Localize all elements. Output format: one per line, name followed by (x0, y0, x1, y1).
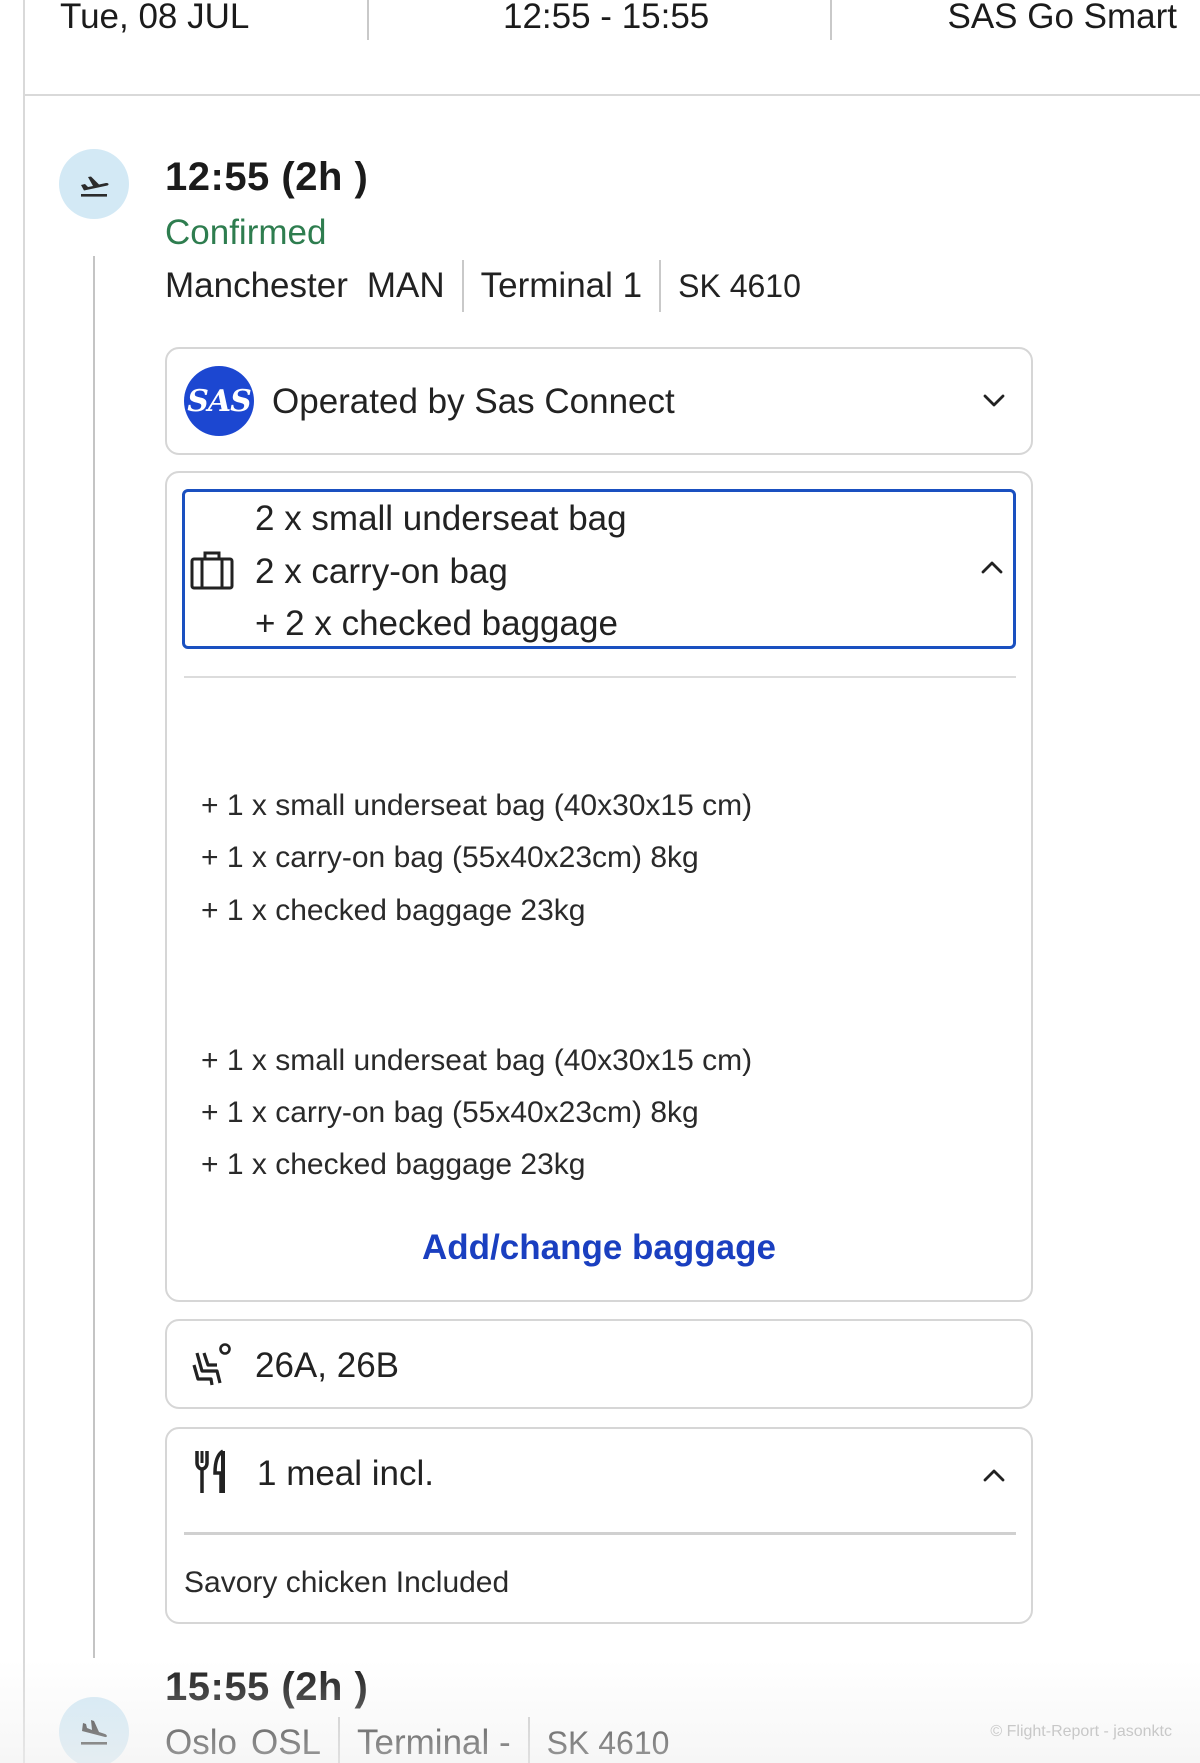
passenger-2-baggage-item: + 1 x carry-on bag (55x40x23cm) 8kg (201, 1096, 699, 1129)
passenger-1-baggage-item: + 1 x carry-on bag (55x40x23cm) 8kg (201, 841, 699, 874)
trip-time-range: 12:55 - 15:55 (503, 0, 710, 36)
departure-airport-code: MAN (366, 266, 445, 305)
meal-card: 1 meal incl. Savory chicken Included (165, 1427, 1033, 1624)
arrival-time-title: 15:55 (2h ) (165, 1665, 369, 1709)
route-divider (527, 1717, 530, 1763)
departure-route: Manchester MAN Terminal 1 SK 4610 (165, 260, 801, 312)
baggage-summary-line: 2 x small underseat bag (255, 499, 627, 538)
flight-number: SK 4610 (546, 1724, 670, 1761)
route-divider (338, 1717, 341, 1763)
sas-logo: SAS (184, 366, 254, 436)
baggage-summary-line: 2 x carry-on bag (255, 552, 508, 591)
passenger-1-baggage-item: + 1 x small underseat bag (40x30x15 cm) (201, 789, 753, 822)
arrival-city: Oslo (165, 1723, 237, 1762)
seat-card[interactable]: 26A, 26B (165, 1319, 1033, 1409)
baggage-card: 2 x small underseat bag 2 x carry-on bag… (165, 471, 1033, 1302)
departure-city: Manchester (165, 266, 348, 305)
plane-landing-icon (59, 1697, 129, 1763)
arrival-route: Oslo OSL Terminal - SK 4610 (165, 1717, 670, 1763)
header-divider (367, 0, 369, 40)
departure-time-title: 12:55 (2h ) (165, 155, 369, 199)
briefcase-icon (190, 550, 234, 595)
route-divider (659, 260, 662, 312)
watermark: © Flight-Report - jasonktc (990, 1723, 1172, 1740)
passenger-2-baggage-item: + 1 x checked baggage 23kg (201, 1148, 586, 1181)
trip-header: Tue, 08 JUL 12:55 - 15:55 SAS Go Smart (25, 0, 1200, 96)
baggage-summary-toggle[interactable]: 2 x small underseat bag 2 x carry-on bag… (182, 489, 1016, 649)
arrival-airport-code: OSL (250, 1723, 322, 1762)
passenger-2-baggage-item: + 1 x small underseat bag (40x30x15 cm) (201, 1044, 753, 1077)
departure-terminal: Terminal 1 (480, 266, 643, 305)
fork-knife-icon (193, 1449, 229, 1500)
chevron-down-icon[interactable] (983, 389, 1005, 411)
page-left-border (23, 0, 25, 1763)
chevron-up-icon[interactable] (983, 1465, 1005, 1487)
meal-detail: Savory chicken Included (184, 1566, 510, 1599)
operator-label: Operated by Sas Connect (272, 382, 675, 421)
add-change-baggage-link[interactable]: Add/change baggage (167, 1228, 1031, 1268)
timeline-line (93, 256, 95, 1658)
trip-date: Tue, 08 JUL (60, 0, 250, 36)
baggage-summary-line: + 2 x checked baggage (255, 604, 618, 643)
arrival-terminal: Terminal - (357, 1723, 511, 1762)
header-divider (830, 0, 832, 40)
meal-divider (184, 1532, 1016, 1535)
baggage-divider (184, 676, 1016, 678)
flight-number: SK 4610 (678, 267, 801, 304)
booking-status: Confirmed (165, 213, 327, 252)
seat-numbers: 26A, 26B (255, 1346, 399, 1385)
seat-icon (191, 1343, 233, 1392)
meal-label: 1 meal incl. (257, 1454, 435, 1493)
plane-takeoff-icon (59, 149, 129, 219)
route-divider (461, 260, 464, 312)
fare-type: SAS Go Smart (947, 0, 1177, 36)
passenger-1-baggage-item: + 1 x checked baggage 23kg (201, 894, 586, 927)
chevron-up-icon[interactable] (981, 557, 1003, 579)
operator-card[interactable]: SAS Operated by Sas Connect (165, 347, 1033, 455)
